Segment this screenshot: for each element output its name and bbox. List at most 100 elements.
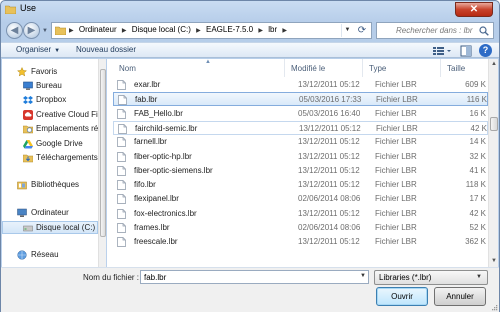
file-list: Nom ▲ Modifié le Type Taille exar.lbr 13/… bbox=[107, 59, 488, 267]
help-icon[interactable]: ? bbox=[479, 44, 492, 57]
search-icon[interactable] bbox=[479, 26, 489, 36]
nav-scrollbar[interactable] bbox=[98, 59, 106, 267]
nav-local-disk[interactable]: Disque local (C:) bbox=[2, 221, 98, 234]
refresh-icon[interactable]: ⟳ bbox=[355, 24, 369, 37]
file-row[interactable]: fiber-optic-hp.lbr 13/12/2011 05:12 Fichie… bbox=[113, 150, 488, 164]
open-file-dialog: Use ✕ ◀ ▶ ▼ ▶ Ordinateur ▶ Disque local … bbox=[0, 0, 500, 312]
file-size: 116 K bbox=[466, 95, 487, 105]
address-bar[interactable]: ▶ Ordinateur ▶ Disque local (C:) ▶ EAGLE… bbox=[51, 22, 372, 39]
chevron-down-icon: ▼ bbox=[54, 48, 61, 54]
file-row[interactable]: fox-electronics.lbr 13/12/2011 05:12 Fichi… bbox=[113, 207, 488, 221]
column-header-name[interactable]: Nom ▲ bbox=[113, 59, 285, 77]
scroll-up-button[interactable]: ▲ bbox=[490, 60, 498, 69]
file-size: 42 K bbox=[470, 123, 487, 133]
recent-places-icon bbox=[23, 125, 33, 134]
breadcrumb-item[interactable]: Disque local (C:) bbox=[132, 25, 191, 34]
dropbox-icon bbox=[23, 96, 33, 104]
file-date: 13/12/2011 05:12 bbox=[298, 180, 360, 190]
column-date-label: Modifié le bbox=[291, 64, 326, 73]
cancel-button[interactable]: Annuler bbox=[434, 287, 486, 306]
chevron-down-icon: ▼ bbox=[476, 274, 482, 280]
nav-creative-cloud[interactable]: Creative Cloud Fil bbox=[2, 109, 98, 122]
file-name: frames.lbr bbox=[134, 223, 170, 232]
nav-dropbox[interactable]: Dropbox bbox=[2, 94, 98, 107]
file-icon bbox=[117, 151, 126, 162]
computer-icon bbox=[17, 208, 27, 217]
navigation-pane: Favoris Bureau Dropbox Creative Cloud Fi… bbox=[2, 59, 99, 267]
file-icon bbox=[117, 208, 126, 219]
file-row[interactable]: flexipanel.lbr 02/06/2014 08:06 Fichier LB… bbox=[113, 192, 488, 206]
column-header-date[interactable]: Modifié le bbox=[285, 59, 363, 77]
filename-value: fab.lbr bbox=[144, 273, 167, 282]
nav-label: Téléchargements bbox=[36, 153, 98, 162]
file-icon bbox=[117, 165, 126, 176]
file-type-filter[interactable]: Libraries (*.lbr) ▼ bbox=[374, 270, 488, 285]
breadcrumb-item[interactable]: lbr bbox=[268, 25, 277, 34]
chevron-down-icon[interactable]: ▼ bbox=[360, 273, 366, 279]
file-icon bbox=[117, 194, 126, 205]
column-name-label: Nom bbox=[119, 64, 136, 73]
nav-network[interactable]: Réseau bbox=[2, 249, 98, 262]
file-list-scrollbar-thumb[interactable] bbox=[490, 117, 498, 131]
file-row[interactable]: frames.lbr 02/06/2014 08:06 Fichier LBR 52 … bbox=[113, 221, 488, 235]
column-header-type[interactable]: Type bbox=[363, 59, 441, 77]
chevron-right-icon[interactable]: ▶ bbox=[122, 28, 127, 34]
file-type: Fichier LBR bbox=[375, 165, 417, 175]
file-row[interactable]: farnell.lbr 13/12/2011 05:12 Fichier LBR 14… bbox=[113, 135, 488, 149]
nav-computer[interactable]: Ordinateur bbox=[2, 207, 98, 220]
breadcrumb-item[interactable]: EAGLE-7.5.0 bbox=[206, 25, 253, 34]
file-icon bbox=[117, 237, 126, 248]
nav-libraries[interactable]: Bibliothèques bbox=[2, 179, 98, 192]
breadcrumb-item[interactable]: Ordinateur bbox=[79, 25, 117, 34]
open-button[interactable]: Ouvrir bbox=[376, 287, 428, 306]
column-size-label: Taille bbox=[447, 64, 466, 73]
view-options-icon[interactable] bbox=[432, 45, 452, 57]
file-row[interactable]: freescale.lbr 13/12/2011 05:12 Fichier LBR… bbox=[113, 235, 488, 249]
scroll-down-button[interactable]: ▼ bbox=[490, 257, 498, 266]
new-folder-button[interactable]: Nouveau dossier bbox=[76, 45, 136, 54]
file-name: exar.lbr bbox=[134, 80, 161, 89]
chevron-right-icon[interactable]: ▶ bbox=[196, 28, 201, 34]
search-input[interactable]: Rechercher dans : lbr bbox=[376, 22, 494, 39]
file-row[interactable]: fifo.lbr 13/12/2011 05:12 Fichier LBR 118 K bbox=[113, 178, 488, 192]
file-list-scrollbar[interactable]: ▲ ▼ bbox=[488, 59, 498, 267]
back-button[interactable]: ◀ bbox=[6, 22, 23, 39]
resize-grip-icon[interactable] bbox=[490, 303, 498, 311]
nav-label: Emplacements ré bbox=[36, 124, 99, 133]
filename-field[interactable]: fab.lbr ▼ bbox=[140, 270, 369, 284]
forward-button[interactable]: ▶ bbox=[23, 22, 40, 39]
nav-label: Ordinateur bbox=[31, 208, 69, 217]
file-row[interactable]: exar.lbr 13/12/2011 05:12 Fichier LBR 609 K bbox=[113, 78, 488, 92]
organize-button[interactable]: Organiser ▼ bbox=[16, 45, 60, 54]
file-date: 05/03/2016 16:40 bbox=[298, 108, 361, 118]
file-row[interactable]: fab.lbr 05/03/2016 17:33 Fichier LBR 116 K bbox=[113, 92, 488, 107]
file-date: 13/12/2011 05:12 bbox=[298, 137, 360, 147]
nav-label: Bureau bbox=[36, 81, 62, 90]
nav-desktop[interactable]: Bureau bbox=[2, 80, 98, 93]
file-type: Fichier LBR bbox=[375, 237, 417, 247]
chevron-right-icon[interactable]: ▶ bbox=[258, 28, 263, 34]
file-icon bbox=[117, 108, 126, 119]
chevron-right-icon[interactable]: ▶ bbox=[282, 28, 287, 34]
nav-downloads[interactable]: Téléchargements bbox=[2, 152, 98, 165]
file-row[interactable]: FAB_Hello.lbr 05/03/2016 16:40 Fichier LBR… bbox=[113, 107, 488, 121]
creative-cloud-icon bbox=[23, 110, 33, 120]
file-size: 118 K bbox=[465, 180, 486, 190]
column-header-size[interactable]: Taille bbox=[441, 59, 488, 77]
file-date: 13/12/2011 05:12 bbox=[298, 80, 360, 89]
recent-locations-dropdown[interactable]: ▼ bbox=[41, 27, 49, 35]
file-size: 609 K bbox=[465, 80, 486, 89]
preview-pane-icon[interactable] bbox=[460, 45, 472, 57]
nav-favorites[interactable]: Favoris bbox=[2, 66, 98, 79]
nav-scrollbar-thumb[interactable] bbox=[100, 69, 106, 237]
nav-google-drive[interactable]: Google Drive bbox=[2, 138, 98, 151]
close-button[interactable]: ✕ bbox=[455, 2, 493, 17]
file-row[interactable]: fiber-optic-siemens.lbr 13/12/2011 05:12 F… bbox=[113, 164, 488, 178]
file-size: 17 K bbox=[469, 194, 486, 204]
nav-recent-places[interactable]: Emplacements ré bbox=[2, 123, 98, 136]
address-dropdown-button[interactable]: ▼ bbox=[341, 24, 353, 37]
filename-label: Nom du fichier : bbox=[83, 273, 140, 282]
file-row[interactable]: fairchild-semic.lbr 13/12/2011 05:12 Fichi… bbox=[113, 120, 488, 135]
title-bar[interactable]: Use ✕ bbox=[1, 1, 499, 18]
file-icon bbox=[117, 180, 126, 190]
